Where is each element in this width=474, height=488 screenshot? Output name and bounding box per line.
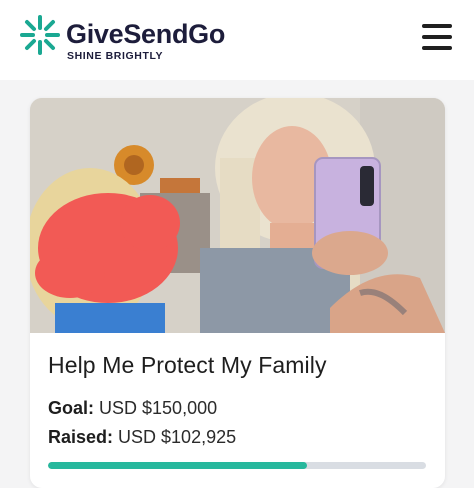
progress-bar	[48, 462, 426, 469]
hamburger-menu-icon[interactable]	[418, 22, 454, 52]
goal-value: USD $150,000	[99, 398, 218, 418]
progress-bar-fill	[48, 462, 308, 469]
goal-label: Goal:	[48, 398, 100, 418]
campaign-photo-image	[30, 98, 445, 333]
brand-name[interactable]: GiveSendGo	[66, 19, 225, 49]
givesendgo-logo-icon[interactable]	[19, 14, 61, 56]
campaign-photo[interactable]	[30, 98, 445, 333]
campaign-card[interactable]: Help Me Protect My Family Goal: USD $150…	[30, 98, 445, 488]
raised-label: Raised:	[48, 427, 119, 447]
raised-value: USD $102,925	[118, 427, 237, 447]
raised-row: Raised: USD $102,925	[48, 427, 236, 448]
brand-tagline: SHINE BRIGHTLY	[67, 50, 164, 62]
goal-row: Goal: USD $150,000	[48, 398, 217, 419]
campaign-title[interactable]: Help Me Protect My Family	[48, 352, 327, 379]
site-header: GiveSendGo SHINE BRIGHTLY	[0, 0, 474, 80]
